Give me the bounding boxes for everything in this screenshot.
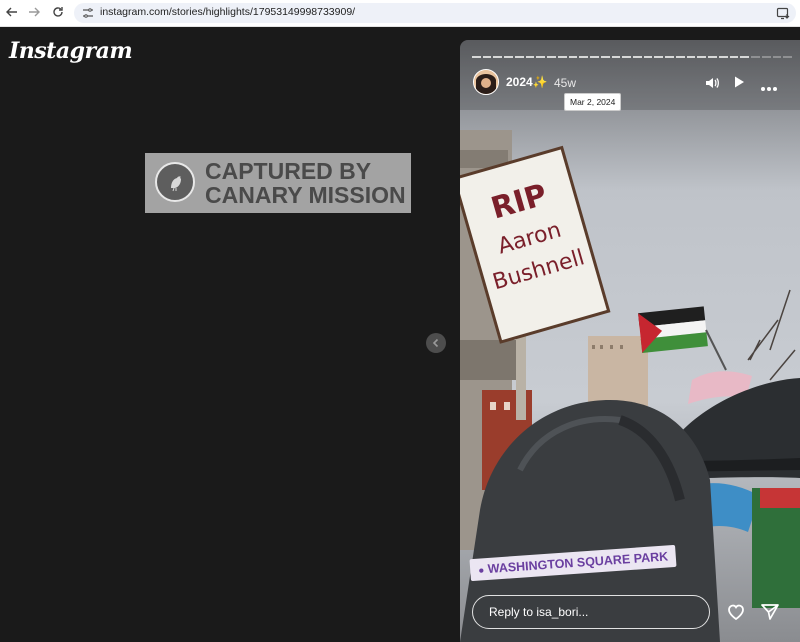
site-info-icon[interactable] (82, 7, 94, 19)
browser-toolbar: instagram.com/stories/highlights/1795314… (0, 0, 800, 27)
story-progress-segment (493, 56, 503, 58)
story-progress-segment (718, 56, 728, 58)
play-icon[interactable] (732, 75, 746, 94)
story-progress-segment (729, 56, 739, 58)
story-progress-segment (611, 56, 621, 58)
volume-icon[interactable] (704, 75, 720, 96)
watermark-line-2: CANARY MISSION (205, 182, 406, 208)
story-progress-segment (536, 56, 546, 58)
reply-input[interactable] (472, 595, 710, 629)
story-progress-segment (579, 56, 589, 58)
story-progress-segment (772, 56, 782, 58)
chevron-left-icon (432, 338, 439, 348)
story-progress-segment (643, 56, 653, 58)
story-progress-segment (547, 56, 556, 58)
watermark-text: CAPTURED BY CANARY MISSION (205, 159, 409, 207)
story-progress-segment (622, 56, 631, 58)
story-progress-segment (740, 56, 750, 58)
bird-icon (155, 162, 195, 202)
story-progress-segment (525, 56, 535, 58)
story-progress-segment (557, 56, 567, 58)
heart-icon[interactable] (726, 602, 746, 627)
story-progress-segment (504, 56, 513, 58)
url-text[interactable]: instagram.com/stories/highlights/1795314… (100, 6, 355, 18)
story-progress-segment (472, 56, 481, 58)
story-progress-segment (708, 56, 717, 58)
canary-mission-watermark: CAPTURED BY CANARY MISSION (145, 153, 411, 213)
story-progress-segment (568, 56, 578, 58)
story-progress-bar (472, 56, 792, 58)
story-progress-segment (600, 56, 610, 58)
story-progress-segment (590, 56, 599, 58)
story-progress-segment (697, 56, 707, 58)
reload-icon[interactable] (48, 3, 68, 23)
story-username[interactable]: 2024✨ (506, 75, 548, 89)
instagram-logo[interactable]: Instagram (9, 38, 133, 64)
story-progress-segment (665, 56, 674, 58)
previous-story-button[interactable] (426, 333, 446, 353)
back-arrow-icon[interactable] (2, 3, 22, 23)
address-bar[interactable]: instagram.com/stories/highlights/1795314… (74, 3, 796, 23)
story-progress-segment (686, 56, 696, 58)
story-progress-segment (783, 56, 792, 58)
story-progress-segment (514, 56, 524, 58)
date-tooltip: Mar 2, 2024 (564, 93, 622, 111)
story-progress-segment (751, 56, 760, 58)
story-progress-segment (761, 56, 771, 58)
watermark-line-1: CAPTURED BY (205, 158, 372, 184)
install-app-icon[interactable] (776, 6, 790, 20)
story-progress-segment (675, 56, 685, 58)
send-icon[interactable] (760, 602, 780, 627)
story-progress-segment (633, 56, 642, 58)
story-progress-segment (482, 56, 492, 58)
story-viewer[interactable]: RIP Aaron Bushnell 2024✨ 45w ● WASHINGTO… (460, 40, 800, 642)
story-timestamp: 45w (554, 76, 577, 90)
more-options-icon[interactable] (760, 79, 778, 97)
story-progress-segment (654, 56, 664, 58)
location-pin-icon: ● (477, 565, 485, 577)
forward-arrow-icon[interactable] (24, 3, 44, 23)
avatar[interactable] (473, 69, 499, 95)
